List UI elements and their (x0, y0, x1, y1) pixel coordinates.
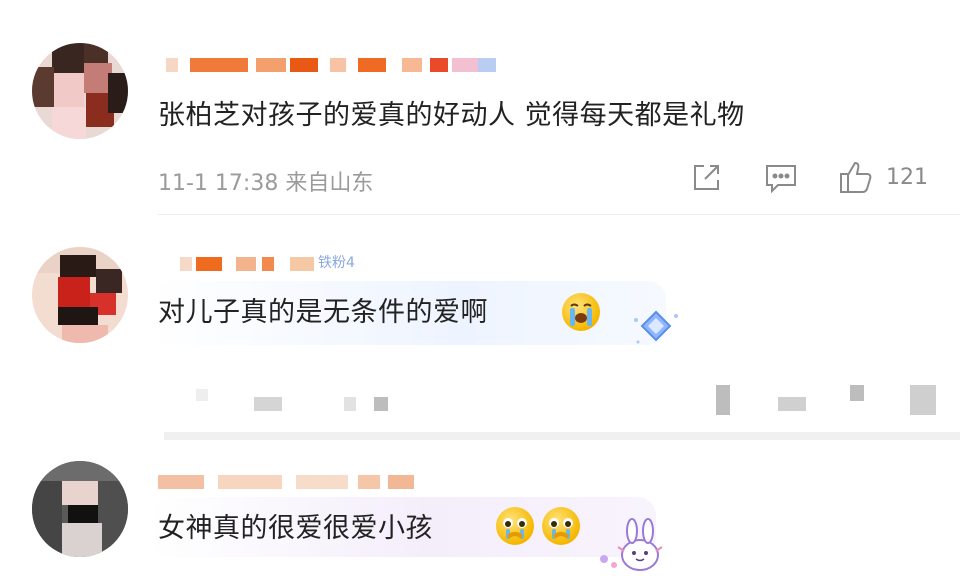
divider (164, 432, 960, 440)
bunny-sticker (590, 515, 670, 575)
fan-badge[interactable]: 铁粉4 (318, 252, 355, 272)
comment-text: 张柏芝对孩子的爱真的好动人 觉得每天都是礼物 (158, 100, 745, 131)
like-count: 121 (886, 165, 928, 190)
comment-3: 女神真的很爱很爱小孩 (0, 445, 960, 581)
comment-2: 铁粉4 对儿子真的是无条件的爱啊 (0, 215, 960, 445)
like-icon[interactable] (838, 160, 874, 194)
comment-text: 对儿子真的是无条件的爱啊 (158, 297, 488, 328)
avatar[interactable] (32, 43, 128, 139)
comment-text: 女神真的很爱很爱小孩 (158, 513, 433, 544)
comment-meta: 11-1 17:38 来自山东 (158, 171, 374, 196)
avatar[interactable] (32, 247, 128, 343)
comment-icon[interactable] (764, 162, 798, 194)
username-redacted[interactable] (158, 475, 418, 489)
pleading-face-emoji (496, 507, 534, 545)
diamond-badge (630, 308, 682, 348)
username-redacted[interactable] (166, 58, 496, 72)
pleading-face-emoji (542, 507, 580, 545)
crying-face-emoji (562, 293, 600, 331)
redacted-actions (0, 383, 960, 415)
avatar[interactable] (32, 461, 128, 557)
comment-1: 张柏芝对孩子的爱真的好动人 觉得每天都是礼物 11-1 17:38 来自山东 1… (0, 0, 960, 215)
share-icon[interactable] (690, 162, 722, 194)
